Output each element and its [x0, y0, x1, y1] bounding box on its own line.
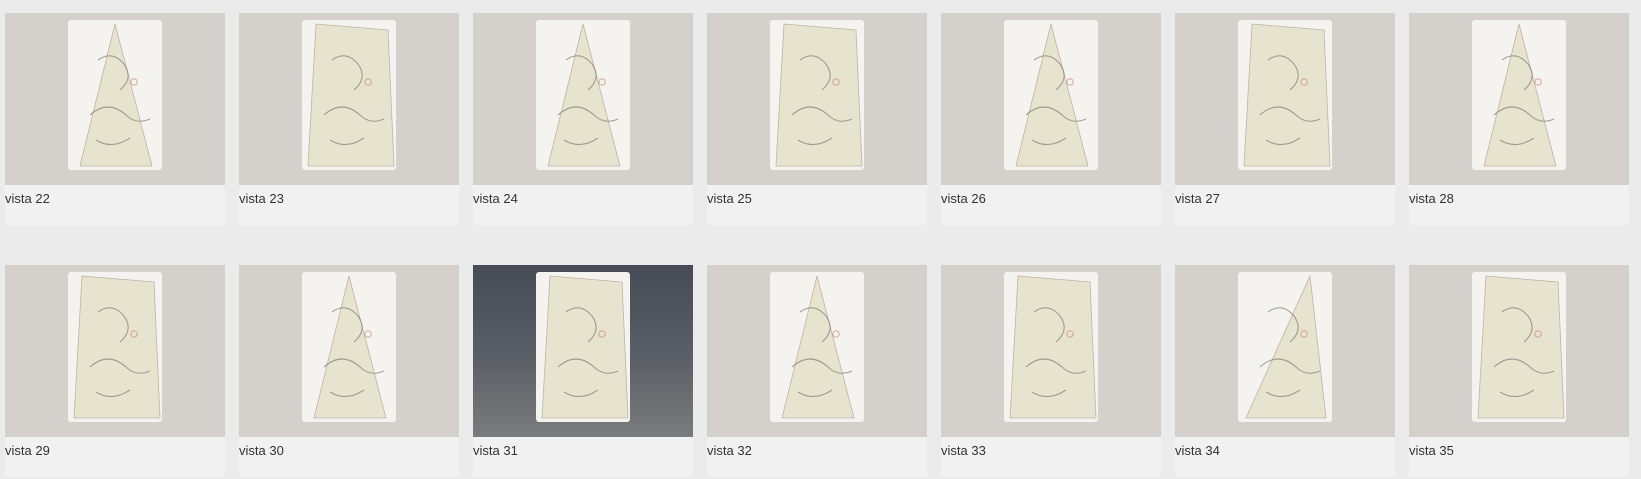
thumbnail-image [302, 272, 396, 422]
thumbnail-card[interactable]: vista 22 [5, 13, 225, 225]
thumbnail-image-area[interactable] [1409, 13, 1629, 185]
thumbnail-card[interactable]: vista 26 [941, 13, 1161, 225]
thumbnail-image [770, 20, 864, 170]
thumbnail-image [770, 272, 864, 422]
thumbnail-card[interactable]: vista 32 [707, 265, 927, 477]
thumbnail-card[interactable]: vista 25 [707, 13, 927, 225]
thumbnail-image [1004, 20, 1098, 170]
thumbnail-card[interactable]: vista 28 [1409, 13, 1629, 225]
thumbnail-caption: vista 24 [473, 191, 518, 206]
thumbnail-card[interactable]: vista 35 [1409, 265, 1629, 477]
thumbnail-image-area[interactable] [239, 13, 459, 185]
thumbnail-caption: vista 23 [239, 191, 284, 206]
thumbnail-image-area[interactable] [1175, 13, 1395, 185]
thumbnail-card[interactable]: vista 27 [1175, 13, 1395, 225]
thumbnail-image-area[interactable] [1409, 265, 1629, 437]
thumbnail-card[interactable]: vista 30 [239, 265, 459, 477]
thumbnail-image-area[interactable] [707, 13, 927, 185]
thumbnail-image [1238, 20, 1332, 170]
thumbnail-caption: vista 33 [941, 443, 986, 458]
thumbnail-image [68, 20, 162, 170]
thumbnail-image-area[interactable] [941, 13, 1161, 185]
thumbnail-image [536, 272, 630, 422]
thumbnail-caption: vista 22 [5, 191, 50, 206]
thumbnail-caption: vista 28 [1409, 191, 1454, 206]
thumbnail-card[interactable]: vista 31 [473, 265, 693, 477]
thumbnail-caption: vista 29 [5, 443, 50, 458]
thumbnail-image-area[interactable] [1175, 265, 1395, 437]
thumbnail-image [1472, 272, 1566, 422]
thumbnail-image-area[interactable] [473, 265, 693, 437]
thumbnail-card[interactable]: vista 24 [473, 13, 693, 225]
thumbnail-card[interactable]: vista 33 [941, 265, 1161, 477]
thumbnail-image-area[interactable] [5, 265, 225, 437]
thumbnail-image-area[interactable] [473, 13, 693, 185]
thumbnail-image [1472, 20, 1566, 170]
thumbnail-card[interactable]: vista 29 [5, 265, 225, 477]
thumbnail-image-area[interactable] [239, 265, 459, 437]
thumbnail-image-area[interactable] [5, 13, 225, 185]
thumbnail-caption: vista 25 [707, 191, 752, 206]
thumbnail-grid: vista 22 vista 23 vista 24 vista 25 vista 26… [5, 13, 1629, 477]
thumbnail-image [1004, 272, 1098, 422]
thumbnail-image [302, 20, 396, 170]
thumbnail-caption: vista 30 [239, 443, 284, 458]
thumbnail-card[interactable]: vista 34 [1175, 265, 1395, 477]
thumbnail-card[interactable]: vista 23 [239, 13, 459, 225]
thumbnail-image-area[interactable] [707, 265, 927, 437]
thumbnail-caption: vista 35 [1409, 443, 1454, 458]
thumbnail-image [68, 272, 162, 422]
thumbnail-caption: vista 26 [941, 191, 986, 206]
thumbnail-caption: vista 32 [707, 443, 752, 458]
thumbnail-image [536, 20, 630, 170]
thumbnail-caption: vista 31 [473, 443, 518, 458]
thumbnail-image [1238, 272, 1332, 422]
thumbnail-image-area[interactable] [941, 265, 1161, 437]
thumbnail-caption: vista 34 [1175, 443, 1220, 458]
thumbnail-caption: vista 27 [1175, 191, 1220, 206]
